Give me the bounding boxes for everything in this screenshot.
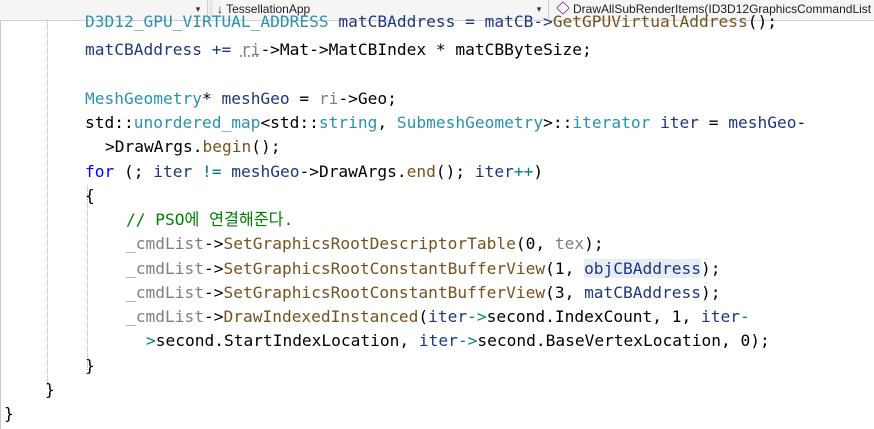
code-line-5: >DrawArgs.begin(); — [105, 137, 281, 156]
code-line-16: } — [4, 404, 14, 423]
code-line-11: _cmdList->SetGraphicsRootConstantBufferV… — [126, 283, 721, 302]
indent-guide — [47, 20, 48, 385]
code-line-9: _cmdList->SetGraphicsRootDescriptorTable… — [126, 234, 604, 253]
outline-margin — [0, 20, 1, 429]
code-line-3: MeshGeometry* meshGeo = ri->Geo; — [85, 89, 397, 108]
code-line-1: matCBAddress += ri->Mat->MatCBIndex * ma… — [85, 40, 592, 59]
code-line-10: _cmdList->SetGraphicsRootConstantBufferV… — [126, 259, 721, 278]
code-editor[interactable]: D3D12_GPU_VIRTUAL_ADDRESS matCBAddress =… — [0, 12, 874, 429]
code-line-13: >second.StartIndexLocation, iter->second… — [146, 331, 770, 350]
code-line-4: std::unordered_map<std::string, SubmeshG… — [85, 113, 807, 132]
code-line-12: _cmdList->DrawIndexedInstanced(iter->sec… — [126, 307, 750, 326]
code-line-7: { — [85, 186, 95, 205]
code-line-14: } — [85, 356, 95, 375]
code-line-15: } — [45, 380, 55, 399]
code-line-6: for (; iter != meshGeo->DrawArgs.end(); … — [85, 162, 544, 181]
code-line-0: D3D12_GPU_VIRTUAL_ADDRESS matCBAddress =… — [85, 12, 777, 31]
code-line-8: // PSO에 연결해준다. — [126, 210, 294, 229]
indent-guide — [87, 185, 88, 370]
